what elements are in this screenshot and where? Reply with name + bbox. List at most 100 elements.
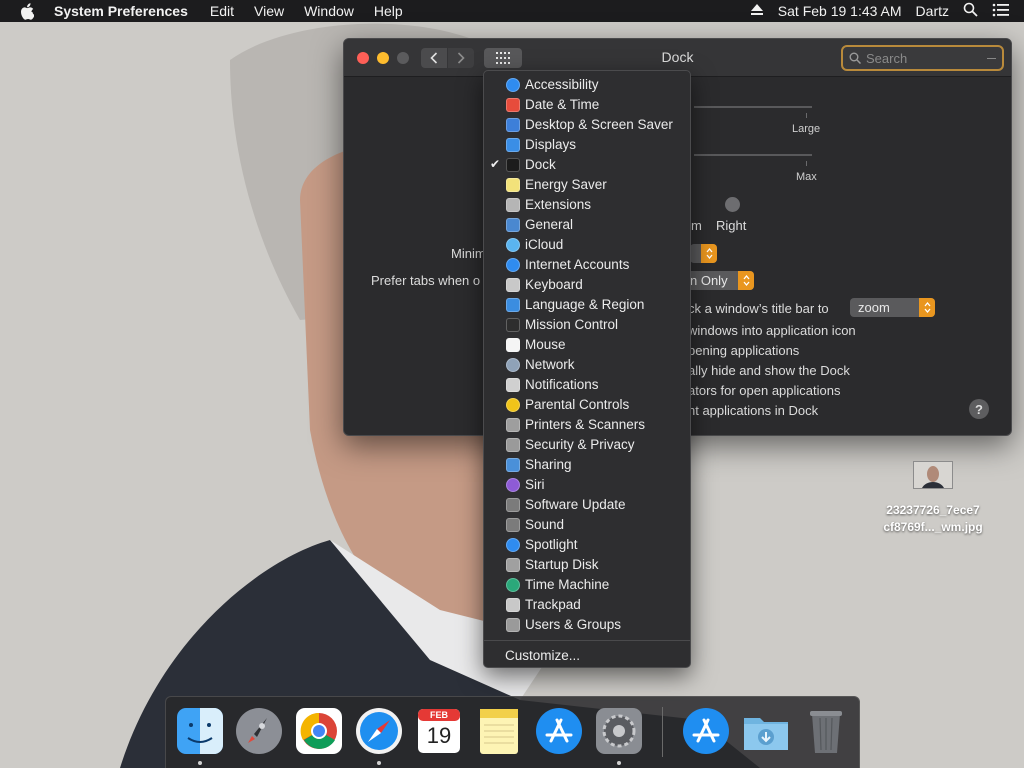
menu-item-date-time[interactable]: Date & Time: [484, 95, 690, 115]
menu-item-software-update[interactable]: Software Update: [484, 495, 690, 515]
displays-icon: [506, 138, 520, 152]
menu-view[interactable]: View: [254, 3, 284, 19]
trash-icon[interactable]: [801, 706, 851, 756]
menu-item-label: Parental Controls: [525, 397, 630, 412]
minimize-using-label: Minim: [451, 246, 486, 261]
menu-item-label: Mouse: [525, 337, 566, 352]
menu-edit[interactable]: Edit: [210, 3, 234, 19]
menu-item-general[interactable]: General: [484, 215, 690, 235]
notification-center-icon[interactable]: [992, 3, 1010, 20]
position-right-label: Right: [716, 218, 747, 233]
calendar-icon[interactable]: FEB 19: [414, 706, 464, 756]
show-recent-apps-label[interactable]: nt applications in Dock: [688, 403, 818, 418]
double-click-select[interactable]: zoom: [850, 298, 935, 317]
prefer-tabs-select[interactable]: n Only: [684, 271, 754, 290]
energy-saver-icon: [506, 178, 520, 192]
double-click-label: ck a window’s title bar to: [688, 301, 829, 316]
menu-item-displays[interactable]: Displays: [484, 135, 690, 155]
menu-item-printers-scanners[interactable]: Printers & Scanners: [484, 415, 690, 435]
menu-item-label: Displays: [525, 137, 577, 152]
prefer-tabs-value: n Only: [690, 273, 728, 288]
menu-item-extensions[interactable]: Extensions: [484, 195, 690, 215]
mouse-icon: [506, 338, 520, 352]
parental-controls-icon: [506, 398, 520, 412]
menu-item-spotlight[interactable]: Spotlight: [484, 535, 690, 555]
menu-item-label: Accessibility: [525, 77, 599, 92]
menu-item-mouse[interactable]: Mouse: [484, 335, 690, 355]
menu-item-security-privacy[interactable]: Security & Privacy: [484, 435, 690, 455]
file-name-line2[interactable]: cf8769f..._wm.jpg: [863, 520, 1003, 534]
notes-icon[interactable]: [474, 706, 524, 756]
finder-icon[interactable]: [175, 706, 225, 756]
checkmark-icon: ✔: [490, 157, 501, 171]
menu-item-network[interactable]: Network: [484, 355, 690, 375]
calendar-month: FEB: [430, 710, 448, 720]
minimize-effect-select[interactable]: [690, 244, 717, 263]
double-click-value: zoom: [858, 300, 890, 315]
autohide-dock-label[interactable]: ally hide and show the Dock: [688, 363, 850, 378]
menu-item-keyboard[interactable]: Keyboard: [484, 275, 690, 295]
apple-icon[interactable]: [20, 2, 38, 20]
magnification-slider-track[interactable]: [694, 154, 812, 156]
desktop-icon: [506, 118, 520, 132]
menu-item-label: General: [525, 217, 574, 232]
help-button[interactable]: ?: [969, 399, 989, 419]
startup-disk-icon: [506, 558, 520, 572]
search-field[interactable]: [841, 45, 1004, 71]
select-arrows-icon: [919, 298, 935, 317]
dock-icon: [506, 158, 520, 172]
file-name-line1[interactable]: 23237726_7ece7: [863, 503, 1003, 517]
menu-help[interactable]: Help: [374, 3, 403, 19]
menu-item-startup-disk[interactable]: Startup Disk: [484, 555, 690, 575]
menu-item-label: Startup Disk: [525, 557, 599, 572]
menu-window[interactable]: Window: [304, 3, 354, 19]
launchpad-icon[interactable]: [234, 706, 284, 756]
downloads-folder-icon[interactable]: [741, 706, 791, 756]
size-slider-track[interactable]: [694, 106, 812, 108]
app-store-downloads-icon[interactable]: [681, 706, 731, 756]
menu-item-icloud[interactable]: iCloud: [484, 235, 690, 255]
menu-item-label: iCloud: [525, 237, 564, 252]
system-preferences-icon[interactable]: [594, 706, 644, 756]
spotlight-icon: [506, 538, 520, 552]
show-indicators-label[interactable]: ators for open applications: [688, 383, 840, 398]
safari-icon[interactable]: [354, 706, 404, 756]
menu-item-notifications[interactable]: Notifications: [484, 375, 690, 395]
menu-item-trackpad[interactable]: Trackpad: [484, 595, 690, 615]
general-icon: [506, 218, 520, 232]
menubar-user[interactable]: Dartz: [916, 3, 949, 19]
menu-item-internet-accounts[interactable]: Internet Accounts: [484, 255, 690, 275]
menu-item-accessibility[interactable]: Accessibility: [484, 75, 690, 95]
menu-item-desktop[interactable]: Desktop & Screen Saver: [484, 115, 690, 135]
menu-item-energy-saver[interactable]: Energy Saver: [484, 175, 690, 195]
menu-item-mission-control[interactable]: Mission Control: [484, 315, 690, 335]
menu-item-label: Customize...: [505, 648, 581, 663]
minimize-into-icon-label[interactable]: windows into application icon: [688, 323, 856, 338]
menu-item-siri[interactable]: Siri: [484, 475, 690, 495]
icloud-icon: [506, 238, 520, 252]
search-input[interactable]: [866, 50, 986, 66]
accessibility-icon: [506, 78, 520, 92]
animate-opening-label[interactable]: pening applications: [688, 343, 799, 358]
menu-item-dock[interactable]: ✔ Dock: [484, 155, 690, 175]
menu-item-sound[interactable]: Sound: [484, 515, 690, 535]
menu-item-label: Sharing: [525, 457, 572, 472]
chrome-icon[interactable]: [294, 706, 344, 756]
search-clear-icon[interactable]: [987, 58, 996, 59]
menu-item-language-region[interactable]: Language & Region: [484, 295, 690, 315]
menu-item-sharing[interactable]: Sharing: [484, 455, 690, 475]
menu-item-users-groups[interactable]: Users & Groups: [484, 615, 690, 635]
spotlight-search-icon[interactable]: [963, 2, 978, 20]
menu-item-time-machine[interactable]: Time Machine: [484, 575, 690, 595]
app-store-icon[interactable]: [534, 706, 584, 756]
notifications-icon: [506, 378, 520, 392]
menu-app-name[interactable]: System Preferences: [54, 3, 188, 19]
position-right-radio[interactable]: [725, 197, 740, 212]
eject-icon[interactable]: [750, 3, 764, 19]
menubar-clock[interactable]: Sat Feb 19 1:43 AM: [778, 3, 902, 19]
menu-item-parental-controls[interactable]: Parental Controls: [484, 395, 690, 415]
dock-separator: [662, 707, 663, 757]
menu-item-customize[interactable]: Customize...: [484, 646, 690, 666]
users-groups-icon: [506, 618, 520, 632]
image-file-icon[interactable]: [913, 461, 953, 489]
